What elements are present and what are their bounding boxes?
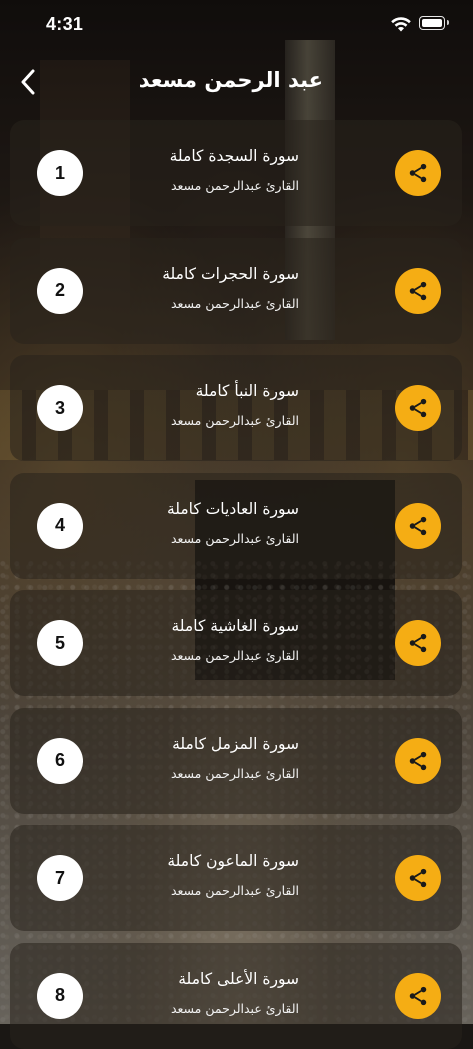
item-text: سورة العاديات كاملة القارئ عبدالرحمن مسعد xyxy=(99,499,299,547)
list-item[interactable]: 7 سورة الماعون كاملة القارئ عبدالرحمن مسعد xyxy=(10,825,462,931)
item-reader: القارئ عبدالرحمن مسعد xyxy=(170,883,299,898)
item-number: 5 xyxy=(37,620,83,666)
share-icon xyxy=(409,281,427,300)
share-icon xyxy=(409,633,427,653)
item-title: سورة الغاشية كاملة xyxy=(171,617,299,635)
item-text: سورة الماعون كاملة القارئ عبدالرحمن مسعد xyxy=(99,851,299,899)
share-button[interactable] xyxy=(395,737,441,784)
list-item[interactable]: 6 سورة المزمل كاملة القارئ عبدالرحمن مسعد xyxy=(10,707,462,814)
list-item[interactable]: 2 سورة الحجرات كاملة القارئ عبدالرحمن مسعد xyxy=(10,237,462,344)
battery-icon xyxy=(419,16,449,30)
share-button[interactable] xyxy=(395,855,441,901)
list-item[interactable]: 4 سورة العاديات كاملة القارئ عبدالرحمن مسع… xyxy=(10,472,462,579)
item-reader: القارئ عبدالرحمن مسعد xyxy=(170,765,299,781)
item-number: 1 xyxy=(37,150,83,196)
share-icon xyxy=(409,751,427,770)
item-title: سورة الأعلى كاملة xyxy=(178,969,299,988)
status-bar: 4:31 xyxy=(0,0,473,50)
item-title: سورة النبأ كاملة xyxy=(195,382,299,400)
share-button[interactable] xyxy=(395,267,441,314)
item-text: سورة الأعلى كاملة القارئ عبدالرحمن مسعد xyxy=(99,969,299,1017)
item-title: سورة الماعون كاملة xyxy=(167,852,299,870)
item-reader: القارئ عبدالرحمن مسعد xyxy=(170,413,299,428)
list-item[interactable]: 8 سورة الأعلى كاملة القارئ عبدالرحمن مسعد xyxy=(10,942,462,1049)
item-reader: القارئ عبدالرحمن مسعد xyxy=(170,530,299,546)
item-text: سورة النبأ كاملة القارئ عبدالرحمن مسعد xyxy=(99,381,299,429)
item-title: سورة المزمل كاملة xyxy=(172,734,299,753)
item-reader: القارئ عبدالرحمن مسعد xyxy=(170,648,299,663)
share-button[interactable] xyxy=(395,502,441,549)
share-icon xyxy=(409,986,427,1005)
list-item[interactable]: 3 سورة النبأ كاملة القارئ عبدالرحمن مسعد xyxy=(10,355,462,461)
item-number: 3 xyxy=(37,385,83,431)
item-number: 6 xyxy=(37,737,83,784)
list-item[interactable]: 5 سورة الغاشية كاملة القارئ عبدالرحمن مسعد xyxy=(10,590,462,696)
share-icon xyxy=(409,398,427,418)
item-text: سورة الغاشية كاملة القارئ عبدالرحمن مسعد xyxy=(99,616,299,664)
wifi-icon xyxy=(391,17,411,32)
share-icon xyxy=(409,868,427,888)
item-number: 8 xyxy=(37,972,83,1019)
list-item[interactable]: 1 سورة السجدة كاملة القارئ عبدالرحمن مسعد xyxy=(10,120,462,226)
item-title: سورة العاديات كاملة xyxy=(166,499,299,518)
header: عبد الرحمن مسعد xyxy=(0,58,473,106)
item-reader: القارئ عبدالرحمن مسعد xyxy=(170,295,299,311)
share-button[interactable] xyxy=(395,620,441,666)
share-button[interactable] xyxy=(395,972,441,1019)
item-reader: القارئ عبدالرحمن مسعد xyxy=(170,178,299,193)
share-button[interactable] xyxy=(395,385,441,431)
share-button[interactable] xyxy=(395,150,441,196)
item-text: سورة السجدة كاملة القارئ عبدالرحمن مسعد xyxy=(99,146,299,194)
item-text: سورة المزمل كاملة القارئ عبدالرحمن مسعد xyxy=(99,734,299,782)
back-button[interactable] xyxy=(10,62,46,102)
item-number: 2 xyxy=(37,267,83,314)
item-title: سورة الحجرات كاملة xyxy=(162,264,299,283)
status-time: 4:31 xyxy=(46,14,84,34)
page-title: عبد الرحمن مسعد xyxy=(138,68,323,92)
share-icon xyxy=(409,516,427,535)
item-text: سورة الحجرات كاملة القارئ عبدالرحمن مسعد xyxy=(99,264,299,312)
item-number: 7 xyxy=(37,855,83,901)
chevron-left-icon xyxy=(21,69,35,95)
item-number: 4 xyxy=(37,502,83,549)
item-reader: القارئ عبدالرحمن مسعد xyxy=(170,1000,299,1016)
share-icon xyxy=(409,163,427,183)
item-title: سورة السجدة كاملة xyxy=(169,147,299,165)
